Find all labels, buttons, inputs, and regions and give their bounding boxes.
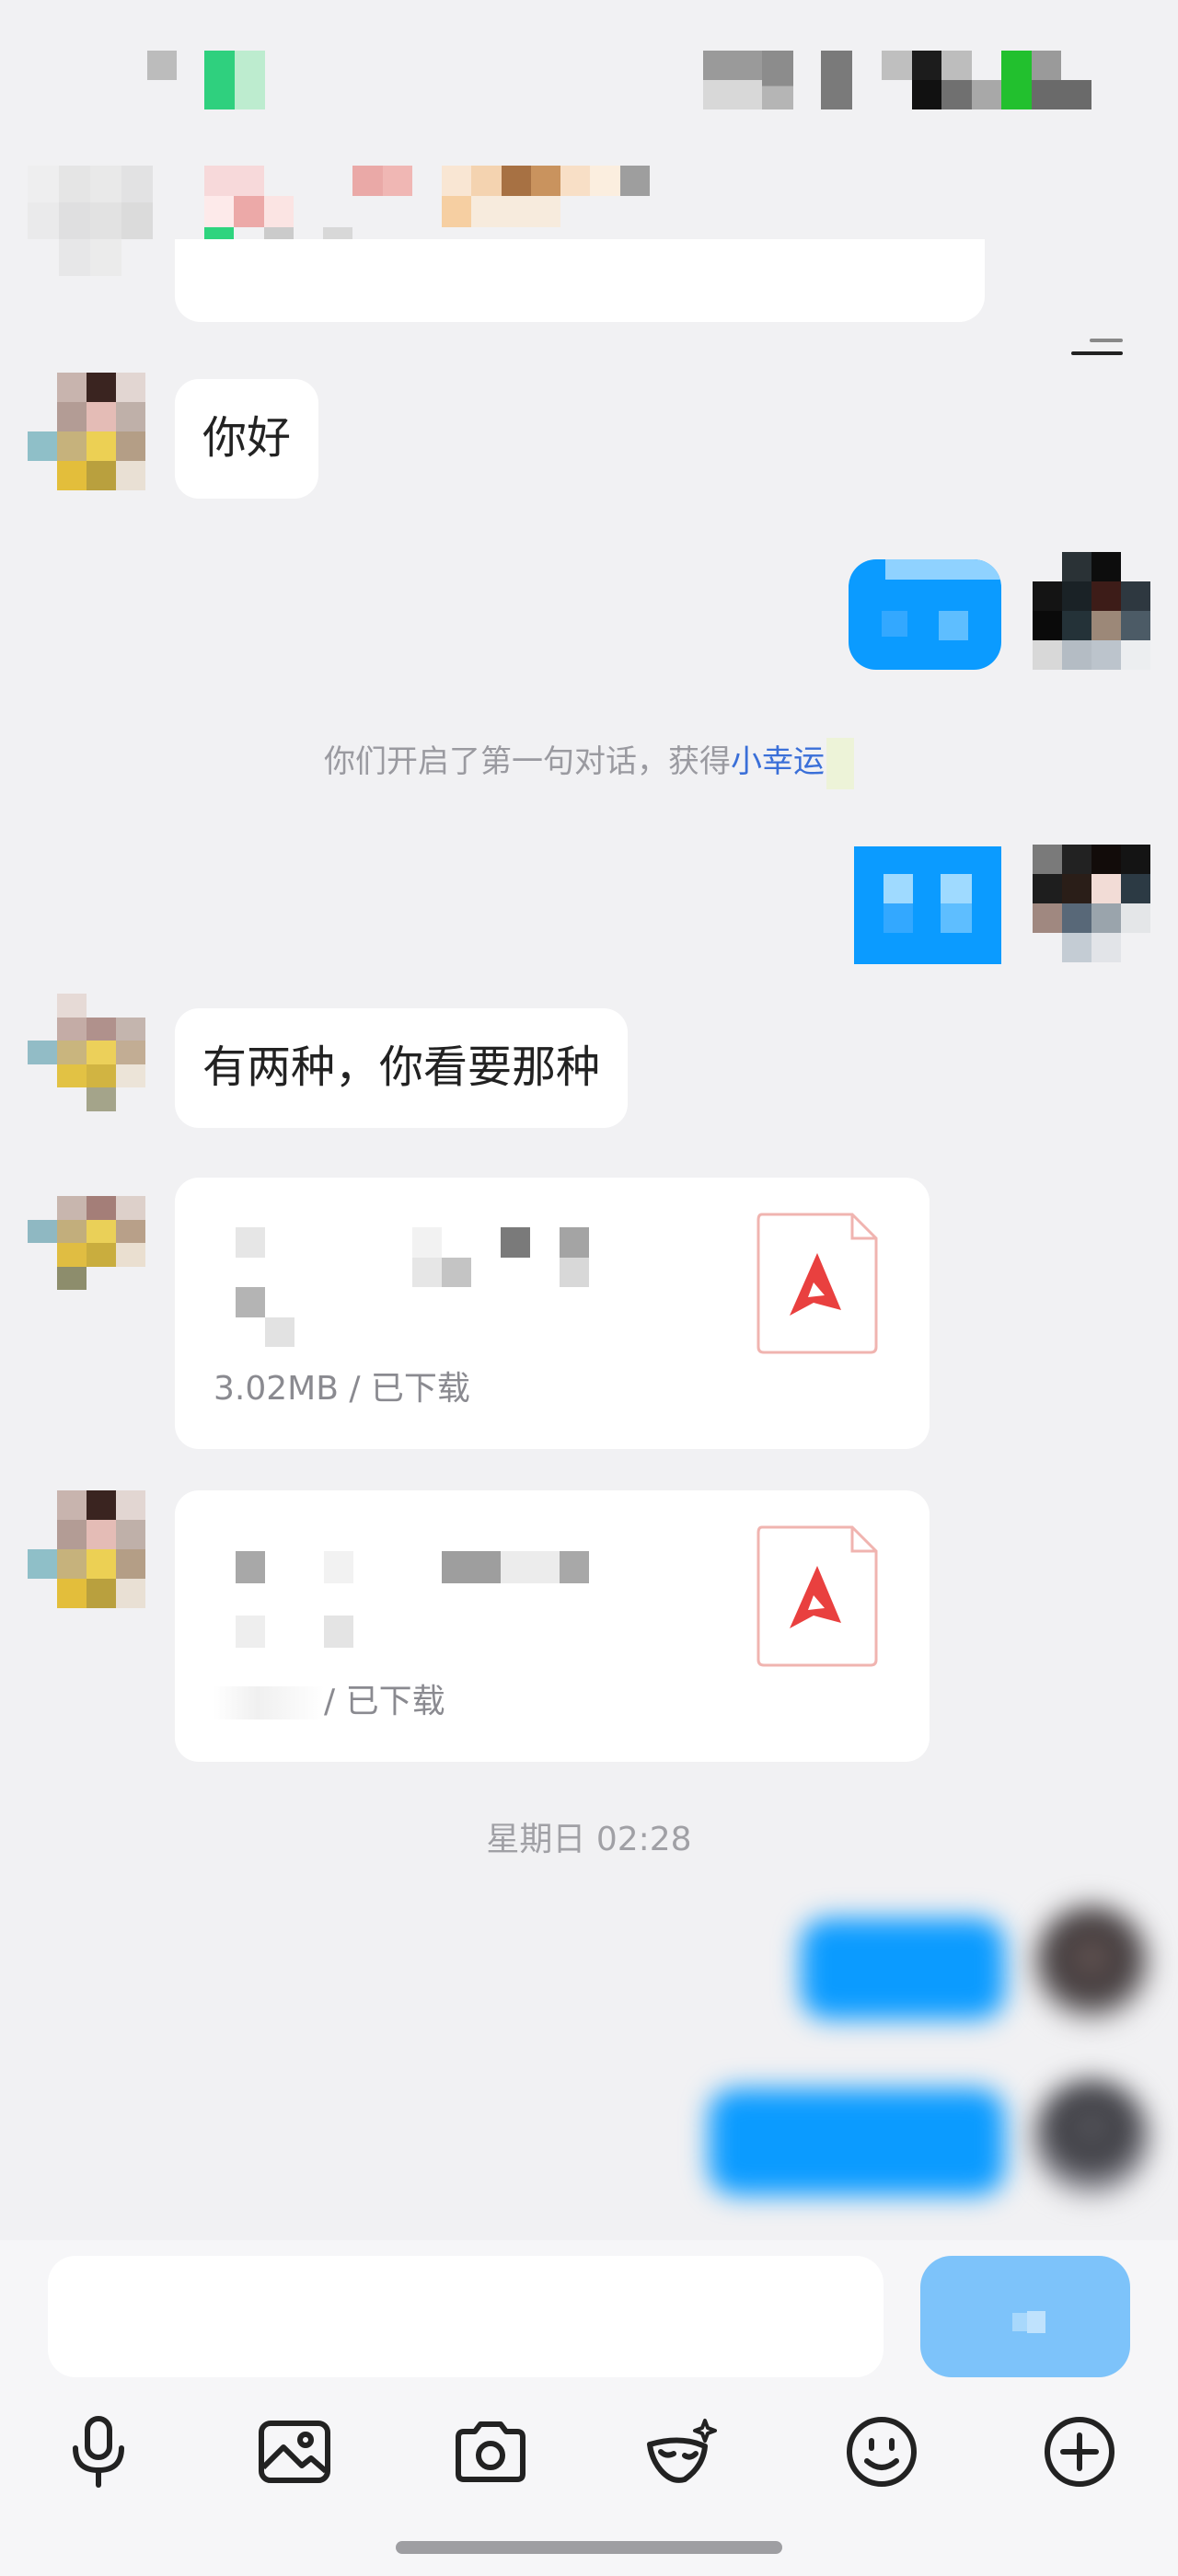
microphone-icon[interactable]	[57, 2410, 140, 2493]
my-avatar[interactable]	[1033, 2079, 1150, 2197]
time-divider: 星期日 02:28	[486, 1821, 692, 1858]
file-size-status: / 已下载	[214, 1674, 445, 1722]
pdf-file-icon	[756, 1213, 878, 1354]
signal-indicators-2	[762, 51, 793, 109]
message-input[interactable]	[48, 2256, 884, 2377]
file-name	[236, 1227, 589, 1347]
system-message-text: 你们开启了第一句对话，获得	[324, 743, 731, 780]
system-message: 你们开启了第一句对话，获得小幸运	[0, 736, 1178, 789]
file-message-card[interactable]: 3.02MB / 已下载	[175, 1178, 930, 1449]
contact-avatar[interactable]	[28, 994, 145, 1111]
lucky-link[interactable]: 小幸运	[731, 743, 825, 780]
outgoing-message[interactable]	[849, 559, 1001, 670]
incoming-message[interactable]: 有两种，你看要那种	[175, 1008, 629, 1128]
home-indicator[interactable]	[396, 2541, 782, 2554]
status-bar-left-block	[147, 51, 177, 80]
message-text: 有两种，你看要那种	[202, 1041, 601, 1093]
image-icon[interactable]	[253, 2410, 336, 2493]
network-indicator	[204, 51, 265, 109]
file-size-status: 3.02MB / 已下载	[214, 1370, 470, 1408]
wifi-indicator	[821, 51, 852, 109]
outgoing-message[interactable]	[801, 1918, 1005, 2019]
incoming-message[interactable]: 你好	[175, 379, 319, 499]
plus-icon[interactable]	[1038, 2410, 1121, 2493]
back-button[interactable]	[28, 166, 184, 276]
send-button[interactable]	[920, 2256, 1130, 2377]
contact-avatar[interactable]	[28, 373, 145, 490]
menu-icon[interactable]	[1071, 339, 1123, 361]
message-text: 你好	[202, 412, 292, 464]
outgoing-message[interactable]	[854, 846, 1001, 964]
contact-avatar[interactable]	[28, 1490, 145, 1608]
my-avatar[interactable]	[1033, 845, 1150, 962]
emoji-icon[interactable]	[840, 2410, 923, 2493]
status-bar	[0, 0, 1178, 138]
download-status: / 已下载	[324, 1683, 445, 1720]
pdf-file-icon	[756, 1525, 878, 1667]
mask-sparkle-icon[interactable]	[641, 2410, 724, 2493]
my-avatar[interactable]	[1033, 1904, 1150, 2022]
outgoing-message[interactable]	[709, 2088, 1005, 2195]
camera-icon[interactable]	[449, 2410, 532, 2493]
my-avatar[interactable]	[1033, 552, 1150, 670]
file-name	[236, 1551, 589, 1680]
file-message-card[interactable]: / 已下载	[175, 1490, 930, 1762]
contact-avatar[interactable]	[28, 1196, 145, 1314]
battery-icon	[882, 51, 1121, 109]
file-size-censored	[214, 1686, 324, 1719]
previous-message-bubble	[175, 239, 985, 322]
lucky-icon	[826, 737, 854, 789]
